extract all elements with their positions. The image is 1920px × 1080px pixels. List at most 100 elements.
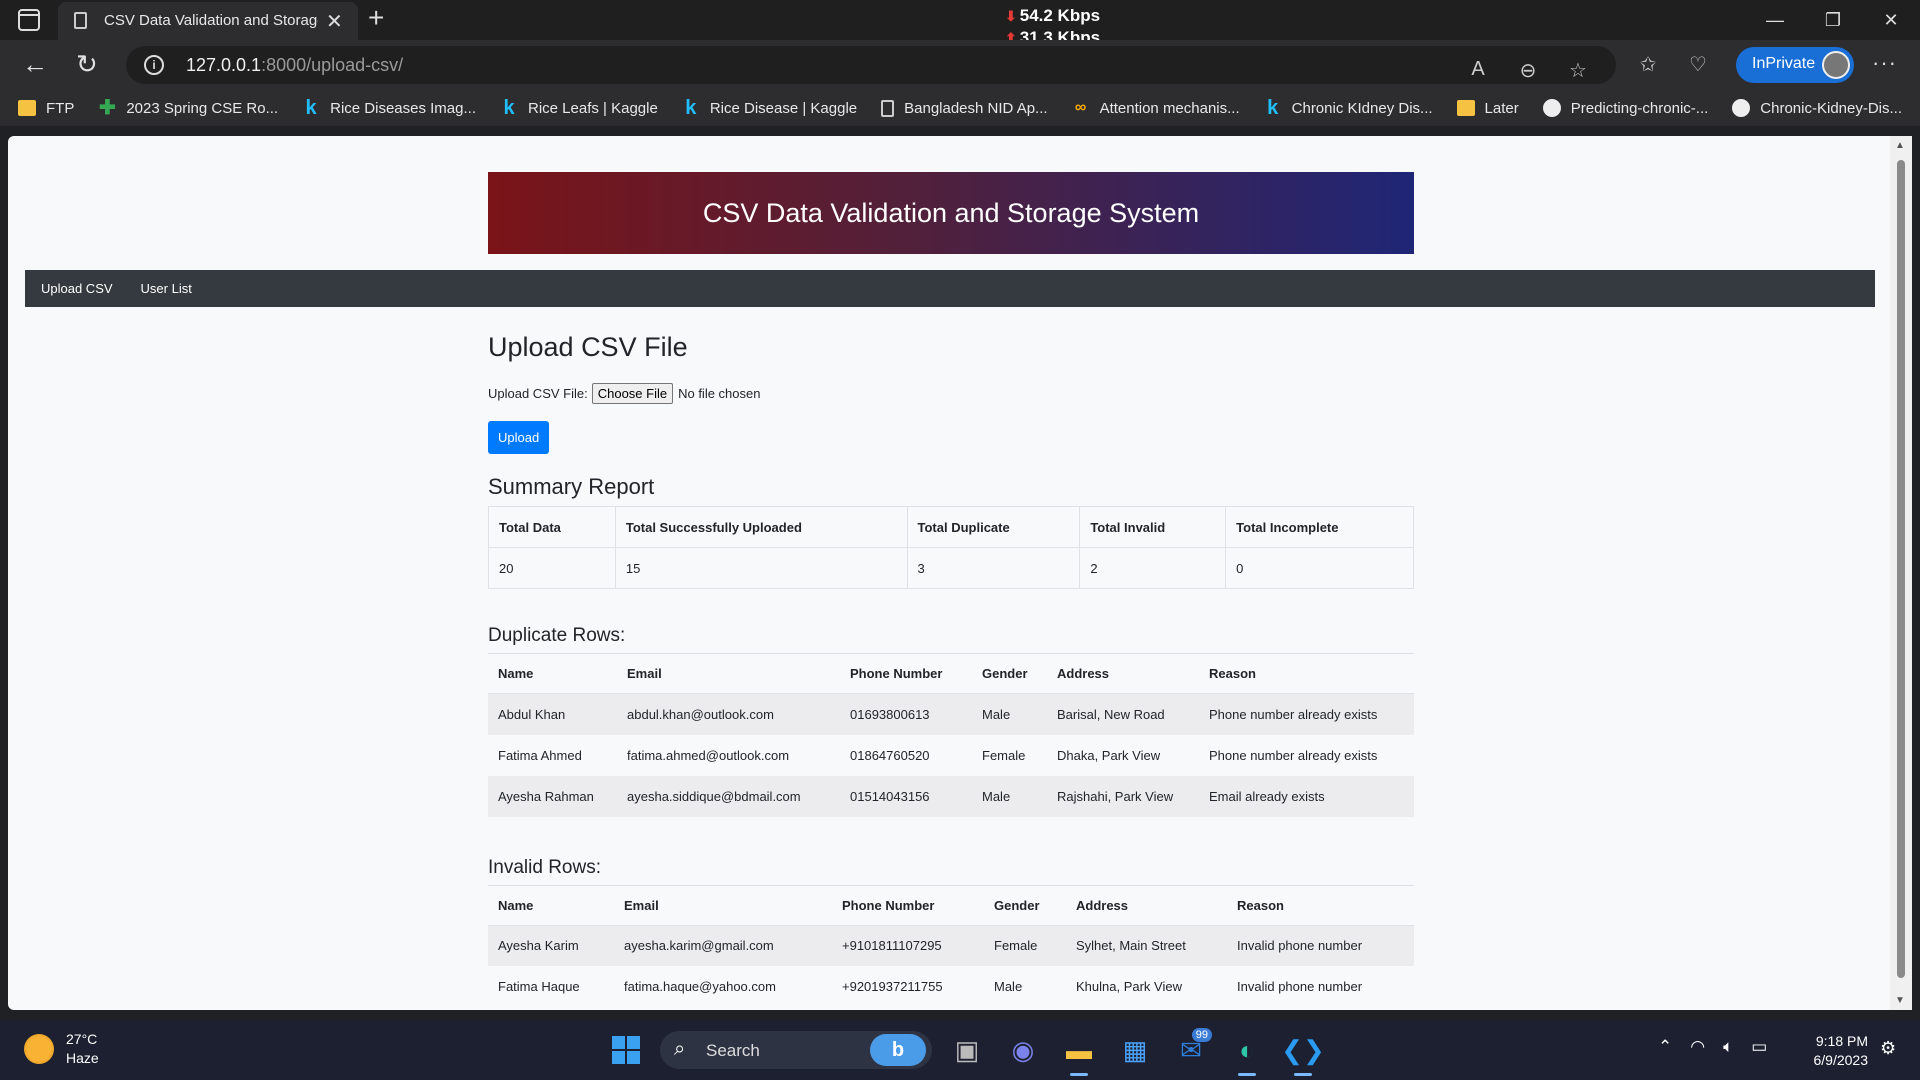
table-cell: Rajshahi, Park View bbox=[1057, 788, 1174, 804]
kaggle-icon: k bbox=[305, 97, 317, 119]
url-field[interactable]: i 127.0.0.1:8000/upload-csv/ A ⊖ ☆ bbox=[126, 46, 1616, 84]
taskbar: 27°C Haze ⌕ Search b ▣ ◉ ▬ ▦ ✉ 99 ◐ ❮❯ ⌃ … bbox=[0, 1020, 1920, 1080]
bing-icon[interactable]: b bbox=[870, 1034, 926, 1066]
active-tab[interactable]: CSV Data Validation and Storage ✕ bbox=[58, 2, 358, 40]
bookmark-item[interactable]: Later bbox=[1456, 99, 1519, 117]
table-cell: +9101811107295 bbox=[842, 938, 942, 954]
close-window-icon[interactable]: ✕ bbox=[1862, 0, 1920, 40]
folder-icon bbox=[1456, 100, 1475, 116]
windows-start-icon[interactable] bbox=[606, 1030, 646, 1070]
table-cell: Invalid phone number bbox=[1237, 938, 1363, 954]
scrollbar-thumb[interactable] bbox=[1897, 160, 1905, 978]
nav-upload-csv[interactable]: Upload CSV bbox=[41, 281, 113, 296]
bookmark-label: Bangladesh NID Ap... bbox=[904, 99, 1048, 117]
colab-icon: ∞ bbox=[1074, 99, 1087, 116]
main-content: Upload CSV File Upload CSV File: Choose … bbox=[488, 332, 1414, 1007]
task-view-icon[interactable]: ▣ bbox=[946, 1030, 988, 1070]
bookmark-item[interactable]: FTP bbox=[18, 100, 74, 117]
time: 9:18 PM bbox=[1815, 1033, 1868, 1049]
table-cell: Ayesha Karim bbox=[498, 938, 579, 954]
bookmark-item[interactable]: k Chronic KIdney Dis... bbox=[1264, 97, 1432, 119]
table-cell: 2 bbox=[1079, 547, 1227, 589]
close-tab-icon[interactable]: ✕ bbox=[326, 9, 343, 34]
nav-user-list[interactable]: User List bbox=[141, 281, 192, 296]
choose-file-button[interactable]: Choose File bbox=[591, 382, 674, 404]
scroll-down-icon[interactable]: ▼ bbox=[1895, 995, 1905, 1006]
table-header-row: Total Data Total Successfully Uploaded Tot… bbox=[488, 506, 1414, 548]
vertical-scrollbar[interactable]: ▲ ▼ bbox=[1890, 136, 1912, 1010]
url-text: 127.0.0.1:8000/upload-csv/ bbox=[186, 55, 403, 76]
bookmark-item[interactable]: Bangladesh NID Ap... bbox=[881, 99, 1048, 117]
main-navbar: Upload CSV User List bbox=[25, 270, 1875, 307]
vscode-icon[interactable]: ❮❯ bbox=[1281, 1030, 1325, 1076]
table-cell: +9201937211755 bbox=[842, 979, 943, 994]
battery-icon[interactable]: ▭ bbox=[1751, 1037, 1767, 1057]
taskbar-search[interactable]: ⌕ Search b bbox=[660, 1031, 932, 1069]
system-tray: ⌃ ◠ 🔈︎ ▭ bbox=[1658, 1037, 1767, 1057]
upload-heading: Upload CSV File bbox=[488, 332, 688, 362]
bookmark-item[interactable]: Chronic-Kidney-Dis... bbox=[1732, 99, 1902, 117]
file-explorer-icon[interactable]: ▬ bbox=[1058, 1030, 1100, 1076]
favorite-star-icon[interactable]: ☆ bbox=[1566, 58, 1590, 83]
site-info-icon[interactable]: i bbox=[144, 55, 164, 75]
search-icon: ⌕ bbox=[674, 1038, 686, 1060]
kaggle-icon: k bbox=[503, 97, 515, 119]
search-label: Search bbox=[706, 1041, 760, 1060]
table-cell: ayesha.karim@gmail.com bbox=[624, 938, 774, 954]
bookmark-item[interactable]: k Rice Disease | Kaggle bbox=[682, 97, 858, 119]
clock[interactable]: 9:18 PM 6/9/2023 bbox=[1800, 1032, 1869, 1070]
header-banner: CSV Data Validation and Storage System bbox=[488, 172, 1414, 254]
bookmark-item[interactable]: ∞ Attention mechanis... bbox=[1072, 100, 1240, 117]
inprivate-button[interactable]: InPrivate bbox=[1736, 47, 1854, 83]
table-row: 20 15 3 2 0 bbox=[488, 547, 1414, 589]
teams-chat-icon[interactable]: ◉ bbox=[1002, 1030, 1044, 1070]
weather-condition: Haze bbox=[66, 1050, 99, 1066]
kaggle-icon: k bbox=[1267, 97, 1279, 119]
more-options-icon[interactable]: ··· bbox=[1872, 50, 1897, 76]
table-row: Ayesha Rahman ayesha.siddique@bdmail.com 0… bbox=[488, 775, 1414, 817]
chevron-up-icon[interactable]: ⌃ bbox=[1658, 1037, 1672, 1057]
upload-button[interactable]: Upload bbox=[488, 421, 550, 454]
table-cell: 01864760520 bbox=[850, 747, 930, 763]
back-arrow-icon[interactable]: ← bbox=[22, 49, 48, 80]
zoom-icon[interactable]: ⊖ bbox=[1516, 58, 1540, 83]
bookmark-item[interactable]: ✚ 2023 Spring CSE Ro... bbox=[98, 98, 278, 118]
favorites-icon[interactable]: ✩ bbox=[1636, 52, 1660, 77]
bookmark-item[interactable]: k Rice Leafs | Kaggle bbox=[500, 97, 657, 119]
column-header: Phone Number bbox=[840, 653, 972, 694]
download-speed: 54.2 Kbps bbox=[1019, 6, 1101, 25]
tab-actions-icon[interactable] bbox=[18, 9, 40, 31]
table-cell: Dhaka, Park View bbox=[1057, 747, 1161, 763]
address-bar: ← ↻ i 127.0.0.1:8000/upload-csv/ A ⊖ ☆ ✩… bbox=[0, 40, 1920, 90]
weather-widget[interactable]: 27°C Haze bbox=[24, 1030, 99, 1068]
upload-label: Upload CSV File: bbox=[488, 385, 588, 401]
new-tab-icon[interactable]: + bbox=[368, 2, 384, 34]
table-cell: Barisal, New Road bbox=[1057, 706, 1165, 722]
tab-title: CSV Data Validation and Storage bbox=[104, 12, 318, 29]
mail-icon[interactable]: ✉ 99 bbox=[1170, 1028, 1212, 1070]
notification-icon[interactable]: ⚙ bbox=[1880, 1038, 1896, 1059]
summary-heading: Summary Report bbox=[488, 474, 655, 499]
column-header: Total Duplicate bbox=[906, 506, 1081, 548]
microsoft-store-icon[interactable]: ▦ bbox=[1114, 1030, 1156, 1070]
wifi-icon[interactable]: ◠ bbox=[1690, 1037, 1705, 1057]
column-header: Reason bbox=[1227, 885, 1414, 926]
restore-icon[interactable]: ❐ bbox=[1804, 0, 1862, 40]
browser-essentials-icon[interactable]: ♡ bbox=[1686, 52, 1710, 77]
mail-badge: 99 bbox=[1191, 1028, 1212, 1042]
scroll-up-icon[interactable]: ▲ bbox=[1895, 140, 1905, 151]
minimize-icon[interactable]: — bbox=[1746, 0, 1804, 40]
bookmark-label: Rice Disease | Kaggle bbox=[709, 99, 858, 117]
table-cell: abdul.khan@outlook.com bbox=[627, 706, 774, 722]
volume-icon[interactable]: 🔈︎ bbox=[1723, 1037, 1733, 1057]
bookmark-label: Later bbox=[1484, 99, 1519, 117]
kaggle-icon: k bbox=[685, 97, 697, 119]
reload-icon[interactable]: ↻ bbox=[76, 49, 98, 80]
bookmark-item[interactable]: k Rice Diseases Imag... bbox=[302, 97, 476, 119]
folder-icon bbox=[18, 100, 36, 116]
table-cell: Male bbox=[982, 706, 1011, 722]
bookmark-item[interactable]: Predicting-chronic-... bbox=[1542, 99, 1708, 117]
edge-icon[interactable]: ◐ bbox=[1226, 1030, 1268, 1076]
table-cell: Email already exists bbox=[1209, 788, 1325, 804]
read-aloud-icon[interactable]: A bbox=[1466, 58, 1490, 83]
